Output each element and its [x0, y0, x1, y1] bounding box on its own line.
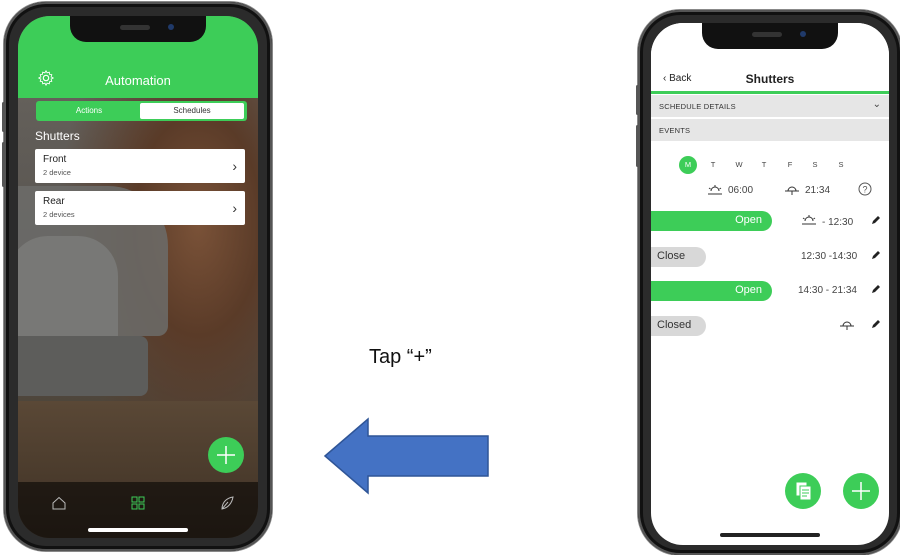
events-label: EVENTS: [659, 126, 691, 135]
home-indicator: [88, 528, 188, 532]
instruction-text: Tap “+”: [369, 346, 432, 368]
back-label: Back: [669, 73, 692, 84]
copy-schedule-button[interactable]: [785, 473, 821, 509]
sunset-icon: [785, 186, 799, 195]
day-monday[interactable]: M: [679, 156, 697, 174]
plus-icon: [852, 482, 870, 500]
copy-icon: [795, 481, 812, 501]
background-photo: [18, 236, 118, 346]
add-event-button[interactable]: [843, 473, 879, 509]
event-state-open[interactable]: Open: [651, 281, 772, 301]
chevron-right-icon: ›: [232, 200, 237, 216]
list-item-rear[interactable]: Rear 2 devices ›: [35, 191, 245, 225]
help-icon[interactable]: ?: [858, 182, 872, 196]
right-phone: Shutters ‹ Back SCHEDULE DETAILS ⌄ EVENT…: [636, 10, 900, 555]
pencil-icon[interactable]: [871, 215, 881, 225]
event-state-open[interactable]: Open: [651, 211, 772, 231]
phone-side-button: [2, 142, 5, 187]
segment-control: Actions Schedules: [36, 101, 247, 121]
pencil-icon[interactable]: [871, 250, 881, 260]
svg-text:?: ?: [862, 185, 867, 195]
day-friday[interactable]: F: [781, 156, 799, 174]
phone-notch: [70, 16, 206, 42]
list-item-title: Rear: [43, 196, 65, 207]
day-wednesday[interactable]: W: [730, 156, 748, 174]
phone-side-button: [2, 102, 5, 132]
left-phone: Automation Actions Schedules Shutters Fr…: [2, 2, 272, 551]
arrow-left-icon: [323, 417, 489, 495]
day-sunday[interactable]: S: [832, 156, 850, 174]
day-thursday[interactable]: T: [755, 156, 773, 174]
event-state-closed[interactable]: Closed: [651, 316, 706, 336]
background-photo: [18, 336, 148, 396]
list-item-title: Front: [43, 154, 67, 165]
list-item-front[interactable]: Front 2 device ›: [35, 149, 245, 183]
sunrise-time: 06:00: [728, 185, 754, 196]
sunrise-icon: [802, 215, 816, 225]
sunrise-icon: [708, 185, 722, 195]
day-tuesday[interactable]: T: [704, 156, 722, 174]
pencil-icon[interactable]: [871, 319, 881, 329]
chevron-right-icon: ›: [232, 158, 237, 174]
chevron-down-icon: ⌄: [872, 99, 881, 110]
plus-icon: [217, 446, 235, 464]
event-time: - 12:30: [822, 217, 854, 228]
shutters-schedule-screen: Shutters ‹ Back SCHEDULE DETAILS ⌄ EVENT…: [651, 23, 889, 545]
automation-screen: Automation Actions Schedules Shutters Fr…: [18, 16, 258, 538]
back-button[interactable]: ‹ Back: [663, 73, 691, 84]
day-saturday[interactable]: S: [806, 156, 824, 174]
home-indicator: [720, 533, 820, 537]
event-state-label: Close: [657, 250, 686, 262]
list-item-subtitle: 2 devices: [43, 210, 75, 219]
page-title: Automation: [105, 73, 171, 88]
section-title: Shutters: [35, 129, 80, 143]
home-icon[interactable]: [51, 495, 67, 511]
pencil-icon[interactable]: [871, 284, 881, 294]
event-state-label: Open: [735, 214, 762, 226]
phone-side-button: [636, 85, 639, 115]
tab-schedules[interactable]: Schedules: [140, 103, 244, 119]
event-state-close[interactable]: Close: [651, 247, 706, 267]
event-state-label: Closed: [657, 319, 692, 331]
tab-actions[interactable]: Actions: [40, 104, 138, 118]
sunset-icon: [840, 321, 854, 330]
event-state-label: Open: [735, 284, 762, 296]
phone-side-button: [636, 125, 639, 167]
events-header: EVENTS: [651, 119, 889, 141]
sunset-time: 21:34: [805, 185, 831, 196]
schedule-details-label: SCHEDULE DETAILS: [659, 102, 736, 111]
phone-notch: [702, 23, 838, 49]
schedule-details-header[interactable]: SCHEDULE DETAILS ⌄: [651, 95, 889, 117]
event-time: 12:30 -14:30: [801, 251, 858, 262]
grid-icon[interactable]: [130, 495, 146, 511]
leaf-icon[interactable]: [219, 495, 235, 511]
add-button[interactable]: [208, 437, 244, 473]
event-time: 14:30 - 21:34: [798, 285, 857, 296]
list-item-subtitle: 2 device: [43, 168, 71, 177]
